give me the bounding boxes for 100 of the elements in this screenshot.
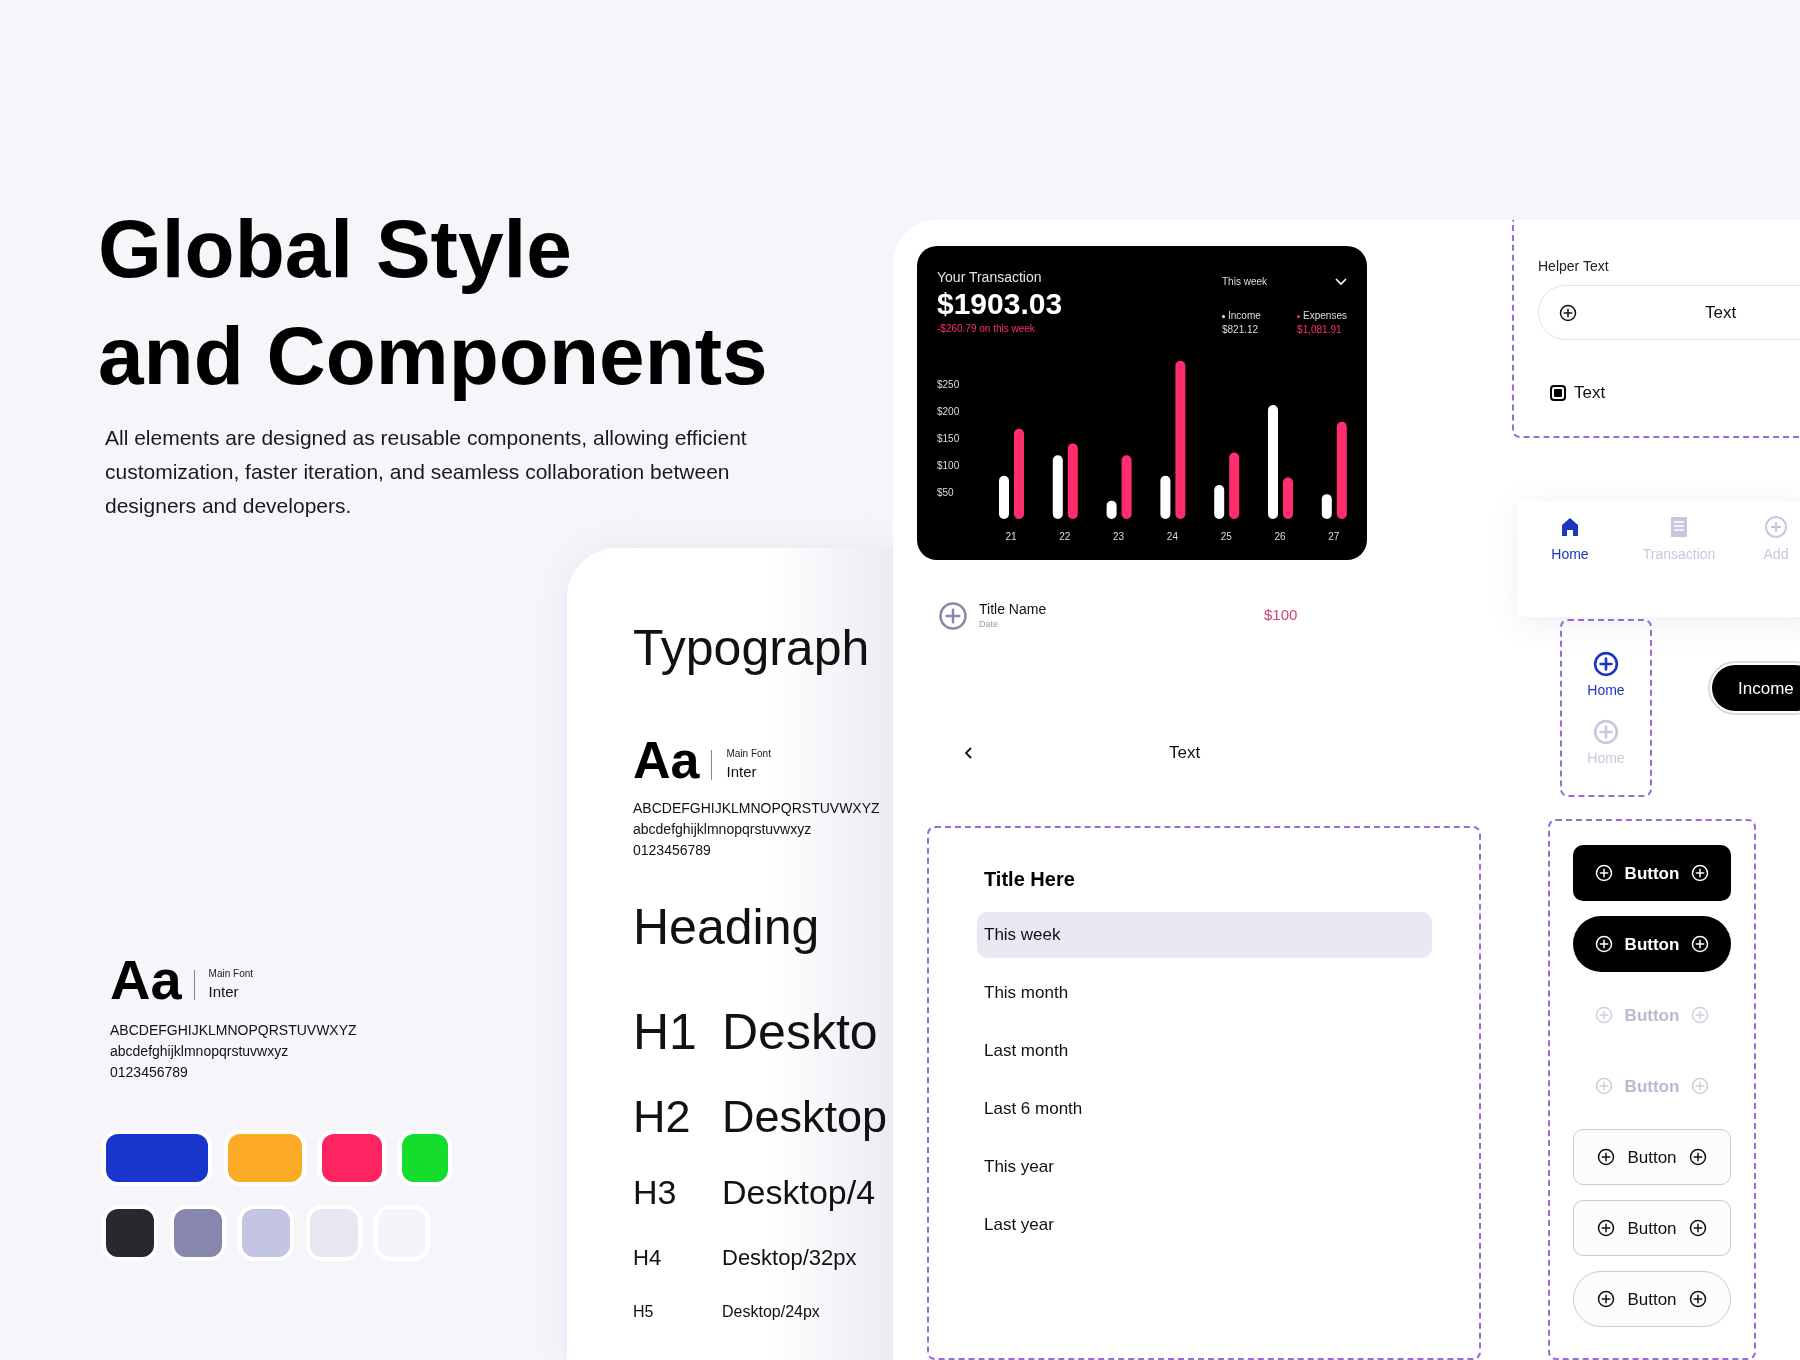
hero-title: Global Style [98,202,573,296]
typography-title: Typograph [633,620,871,676]
plus-circle-icon [1597,1219,1616,1238]
legend-label: Income [1228,309,1261,323]
plus-circle-icon [1691,935,1710,954]
style-tag: H3 [633,1166,722,1218]
chart-bar [999,475,1009,519]
alphabet-line: 0123456789 [633,841,712,860]
font-name: Inter [208,982,240,1003]
alphabet-line: abcdefghijklmnopqrstuvwxyz [633,820,813,839]
dropdown-option[interactable]: Last month [977,1027,1432,1074]
style-tag: H5 [633,1300,722,1324]
button[interactable]: Button [1573,916,1731,973]
plus-circle-icon [1593,651,1619,678]
font-sample-glyph: Aa [633,734,700,786]
back-icon[interactable] [964,745,974,760]
chart-bar [1106,500,1117,519]
plus-circle-icon [1688,1219,1707,1238]
checkbox[interactable] [1550,384,1566,401]
font-caption: Main Font [208,967,254,982]
plus-circle-icon [1594,864,1613,883]
plus-circle-icon [1688,1290,1707,1309]
alphabet-line: abcdefghijklmnopqrstuvwxyz [110,1042,290,1061]
axis-label: $200 [937,406,960,417]
chevron-down-icon [1335,277,1347,286]
period-dropdown[interactable]: This week [1222,274,1347,289]
alphabet-line: ABCDEFGHIJKLMNOPQRSTUVWXYZ [110,1021,357,1040]
axis-label: $100 [937,460,960,471]
heading-sample: Heading [633,898,821,957]
plus-circle-icon [1764,515,1788,540]
plus-circle-icon [1594,935,1613,954]
dropdown-title: Title Here [983,866,1076,892]
font-sample-glyph: Aa [110,952,182,1008]
axis-label: $50 [937,487,954,498]
dropdown-option[interactable]: This year [977,1143,1432,1190]
plus-circle-icon [1559,303,1577,322]
dropdown-option[interactable]: This week [977,911,1432,958]
plus-circle-icon [1691,864,1710,883]
legend-amount: $1,081.91 [1297,323,1343,337]
dropdown-option[interactable]: Last year [977,1201,1432,1248]
dropdown-option[interactable]: This month [977,969,1432,1016]
plus-circle-icon [1593,719,1619,746]
axis-label: 21 [1005,531,1017,542]
plus-circle-icon [938,600,968,631]
plus-circle-icon [1691,1006,1710,1025]
style-tag: H4 [633,1240,722,1274]
axis-label: 23 [1113,531,1125,542]
chart-bar [1160,475,1171,519]
axis-label: 24 [1166,531,1178,542]
legend-label: Expenses [1303,309,1347,323]
font-caption: Main Font [726,747,771,762]
axis-label: $250 [937,379,960,390]
alphabet-line: ABCDEFGHIJKLMNOPQRSTUVWXYZ [633,799,881,818]
hero-title: and Components [98,309,769,403]
item-title: Title Name [979,600,1048,618]
input-value: Text [1705,301,1737,324]
total-amount: $1903.03 [937,286,1063,322]
chart-bar [1321,494,1332,519]
plus-circle-icon [1597,1290,1616,1309]
plus-circle-icon [1594,1077,1613,1096]
card-title: Your Transaction [937,268,1043,286]
change-text: -$260.79 on this week [937,322,1036,336]
style-sample: Desktop [722,1090,888,1145]
style-tag: H1 [633,994,722,1070]
style-sample: Desktop/24px [722,1302,820,1322]
plus-circle-icon [1597,1148,1616,1167]
axis-label: 25 [1220,531,1232,542]
helper-text: Helper Text [1538,257,1610,276]
style-tag: H2 [633,1083,722,1151]
chart-bar [1283,477,1293,519]
chart-bar [1052,455,1063,519]
chart-bar [1214,485,1225,519]
chart-bar [1121,455,1132,519]
style-sample: Desktop/4 [722,1171,876,1213]
legend-amount: $821.12 [1222,323,1260,337]
plus-circle-icon [1688,1148,1707,1167]
axis-label: 22 [1059,531,1071,542]
dropdown-option[interactable]: Last 6 month [977,1085,1432,1132]
button[interactable]: Button [1573,1200,1731,1257]
hero-description: All elements are designed as reusable components, allowing efficient customization, faster iteration, and seamless collaboration between designers and developers. [105,425,748,519]
item-date: Date [979,618,999,631]
button[interactable]: Button [1573,1271,1731,1328]
button[interactable]: Button [1573,1129,1731,1186]
axis-label: 27 [1328,531,1340,542]
checkbox-label: Text [1574,382,1606,404]
plus-circle-icon [1691,1077,1710,1096]
button[interactable]: Button [1573,845,1731,902]
font-name: Inter [726,762,758,783]
plus-circle-icon [1594,1006,1613,1025]
header-title: Text [1169,742,1201,764]
axis-label: 26 [1274,531,1286,542]
nav-item[interactable]: Home [1540,515,1600,566]
style-sample: Deskto [722,1002,878,1062]
chart-bar [1229,452,1240,519]
input-field[interactable]: Text [1538,285,1800,340]
style-sample: Desktop/32px [722,1243,857,1272]
item-amount: $100 [1264,605,1298,626]
tab-item[interactable]: Home [1587,651,1625,702]
alphabet-line: 0123456789 [110,1063,189,1082]
axis-label: $150 [937,433,960,444]
